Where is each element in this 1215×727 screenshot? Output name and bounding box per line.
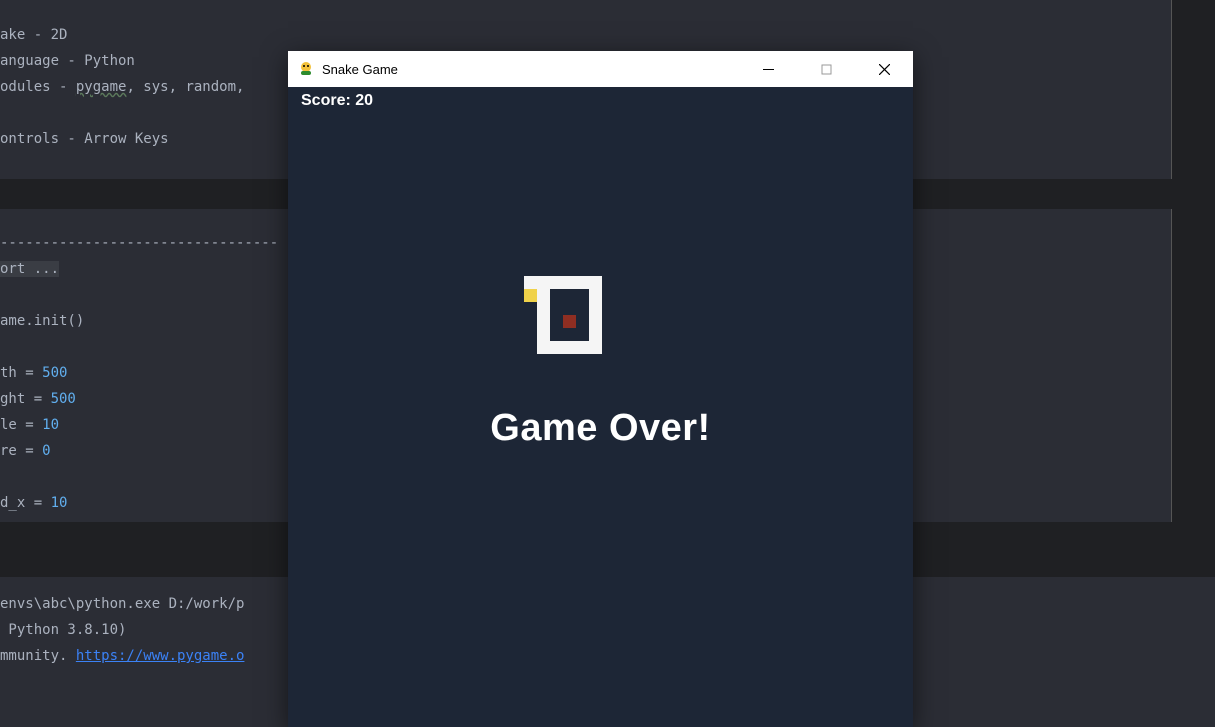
- snake-segment: [589, 289, 602, 302]
- snake-segment: [537, 328, 550, 341]
- snake-segment: [537, 302, 550, 315]
- window-title: Snake Game: [322, 62, 398, 77]
- food: [563, 315, 576, 328]
- snake-segment: [563, 341, 576, 354]
- snake-head: [524, 289, 537, 302]
- snake-segment: [589, 341, 602, 354]
- game-canvas[interactable]: Score: 20 Game Over!: [288, 87, 913, 727]
- app-icon: [298, 61, 314, 77]
- snake-segment: [537, 289, 550, 302]
- snake-segment: [537, 341, 550, 354]
- snake-segment: [589, 276, 602, 289]
- titlebar[interactable]: Snake Game: [288, 51, 913, 87]
- snake-segment: [576, 276, 589, 289]
- game-over-text: Game Over!: [490, 407, 710, 450]
- folded-imports[interactable]: ort ...: [0, 261, 59, 277]
- snake-segment: [550, 276, 563, 289]
- game-window: Snake Game Score: 20 Game Over!: [288, 51, 913, 727]
- maximize-button[interactable]: [797, 51, 855, 87]
- snake-segment: [524, 276, 537, 289]
- snake-segment: [537, 276, 550, 289]
- snake-segment: [589, 328, 602, 341]
- snake-segment: [589, 302, 602, 315]
- score-display: Score: 20: [301, 92, 373, 110]
- close-button[interactable]: [855, 51, 913, 87]
- snake-segment: [537, 315, 550, 328]
- snake-segment: [576, 341, 589, 354]
- pygame-link[interactable]: https://www.pygame.o: [76, 648, 245, 664]
- minimize-button[interactable]: [739, 51, 797, 87]
- snake-segment: [563, 276, 576, 289]
- snake-segment: [589, 315, 602, 328]
- snake-segment: [550, 341, 563, 354]
- snake-and-food: [524, 276, 602, 354]
